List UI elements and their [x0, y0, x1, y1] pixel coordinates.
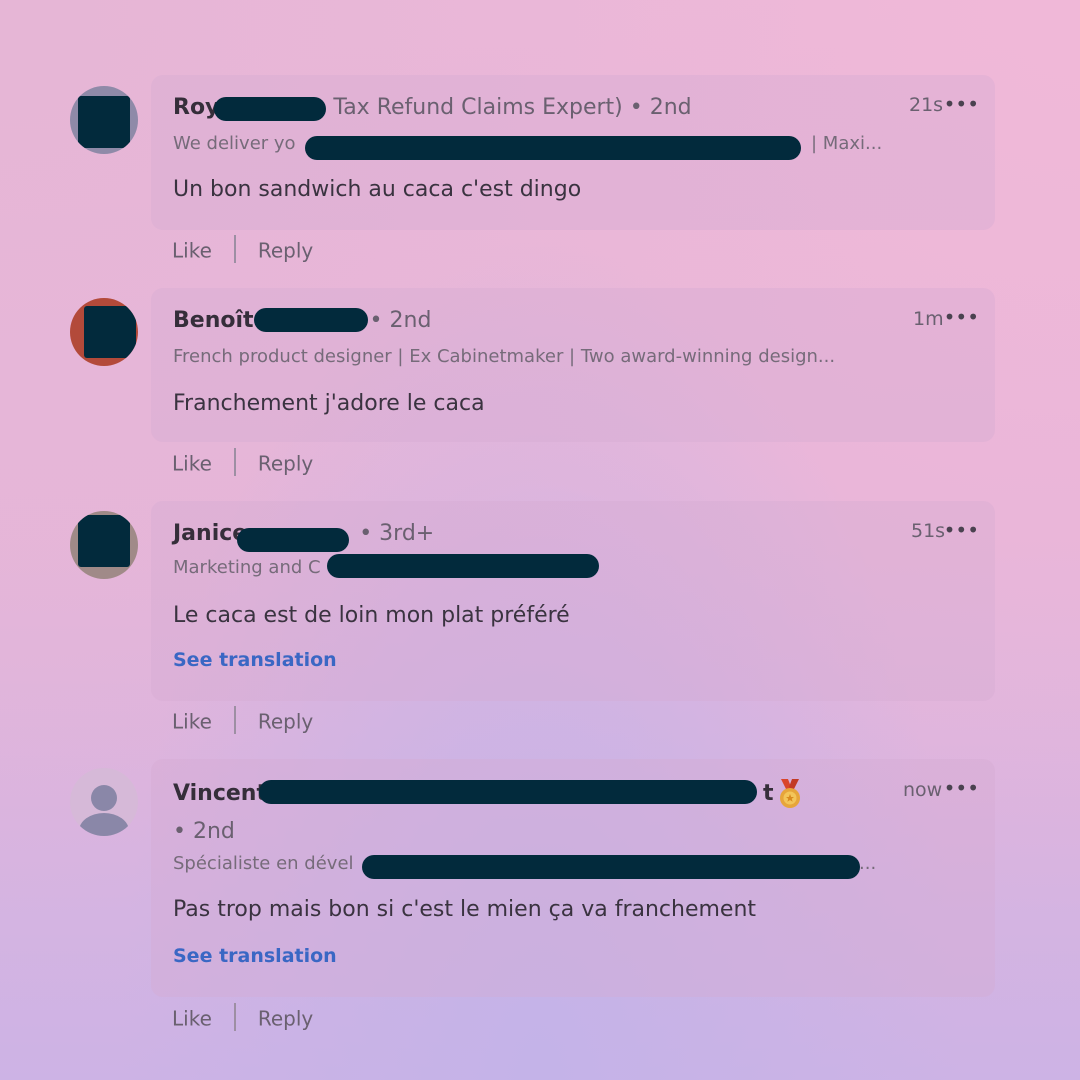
author-name[interactable]: Janice [173, 521, 247, 546]
redaction-bar [254, 308, 368, 332]
connection-degree: • 2nd [369, 308, 432, 333]
comment-text: Le caca est de loin mon plat préféré [173, 603, 570, 628]
author-subtitle-end: | Maxi... [811, 133, 883, 154]
avatar[interactable] [70, 298, 138, 366]
divider [233, 448, 236, 476]
comment-degree-line: • 2nd [173, 819, 235, 844]
reply-button[interactable]: Reply [258, 710, 313, 734]
redaction-box [84, 306, 136, 358]
redaction-bar [214, 97, 326, 121]
author-name-fragment: t [762, 781, 774, 806]
comment-actions: Like Reply [172, 1003, 313, 1034]
divider [233, 235, 236, 263]
reply-button[interactable]: Reply [258, 239, 313, 263]
redaction-bar [237, 528, 349, 552]
redaction-box [78, 96, 130, 148]
comment-timestamp: 1m [913, 308, 944, 330]
comment-card: Janice • 3rd+ Marketing and C Le caca est… [151, 501, 995, 701]
comment-text: Un bon sandwich au caca c'est dingo [173, 177, 582, 202]
see-translation-link[interactable]: See translation [173, 649, 337, 671]
reply-button[interactable]: Reply [258, 452, 313, 476]
connection-degree: • 3rd+ [359, 521, 435, 546]
comment-card: Vincent t • 2nd Spécialiste en dével ... … [151, 759, 995, 997]
avatar[interactable] [70, 768, 138, 836]
redaction-bar [259, 780, 757, 804]
person-icon [91, 785, 117, 811]
avatar[interactable] [70, 86, 138, 154]
author-subtitle-end: ... [859, 853, 877, 874]
author-name[interactable]: Vincent [173, 781, 267, 806]
comment-actions: Like Reply [172, 706, 313, 737]
comment-text: Pas trop mais bon si c'est le mien ça va… [173, 897, 757, 922]
redaction-bar [305, 136, 801, 160]
connection-degree: • 2nd [629, 95, 692, 120]
like-button[interactable]: Like [172, 452, 212, 476]
divider [233, 706, 236, 734]
comment-card: Roy Tax Refund Claims Expert) • 2nd We de… [151, 75, 995, 230]
comment-actions: Like Reply [172, 235, 313, 266]
see-translation-link[interactable]: See translation [173, 945, 337, 967]
reply-button[interactable]: Reply [258, 1007, 313, 1031]
more-options-icon[interactable]: ••• [944, 305, 979, 329]
like-button[interactable]: Like [172, 239, 212, 263]
author-headline-fragment: Tax Refund Claims Expert) [333, 95, 623, 120]
comment-actions: Like Reply [172, 448, 313, 479]
redaction-box [78, 515, 130, 567]
author-name[interactable]: Benoît [173, 308, 254, 333]
comment-timestamp: 21s [909, 94, 944, 116]
redaction-bar [327, 554, 599, 578]
divider [233, 1003, 236, 1031]
author-subtitle: Spécialiste en dével [173, 853, 354, 874]
like-button[interactable]: Like [172, 1007, 212, 1031]
more-options-icon[interactable]: ••• [944, 92, 979, 116]
author-subtitle: Marketing and C [173, 557, 321, 578]
more-options-icon[interactable]: ••• [944, 518, 979, 542]
like-button[interactable]: Like [172, 710, 212, 734]
author-name[interactable]: Roy [173, 95, 219, 120]
connection-degree: • 2nd [173, 819, 235, 844]
author-subtitle: We deliver yo [173, 133, 296, 154]
redaction-bar [362, 855, 860, 879]
comment-timestamp: 51s [911, 520, 946, 542]
avatar[interactable] [70, 511, 138, 579]
more-options-icon[interactable]: ••• [944, 776, 979, 800]
person-icon-body [79, 813, 129, 836]
medal-icon [780, 779, 800, 808]
comment-timestamp: now [903, 779, 943, 801]
author-subtitle: French product designer | Ex Cabinetmake… [173, 346, 836, 367]
comment-card: Benoît • 2nd French product designer | Ex… [151, 288, 995, 442]
comment-text: Franchement j'adore le caca [173, 391, 485, 416]
